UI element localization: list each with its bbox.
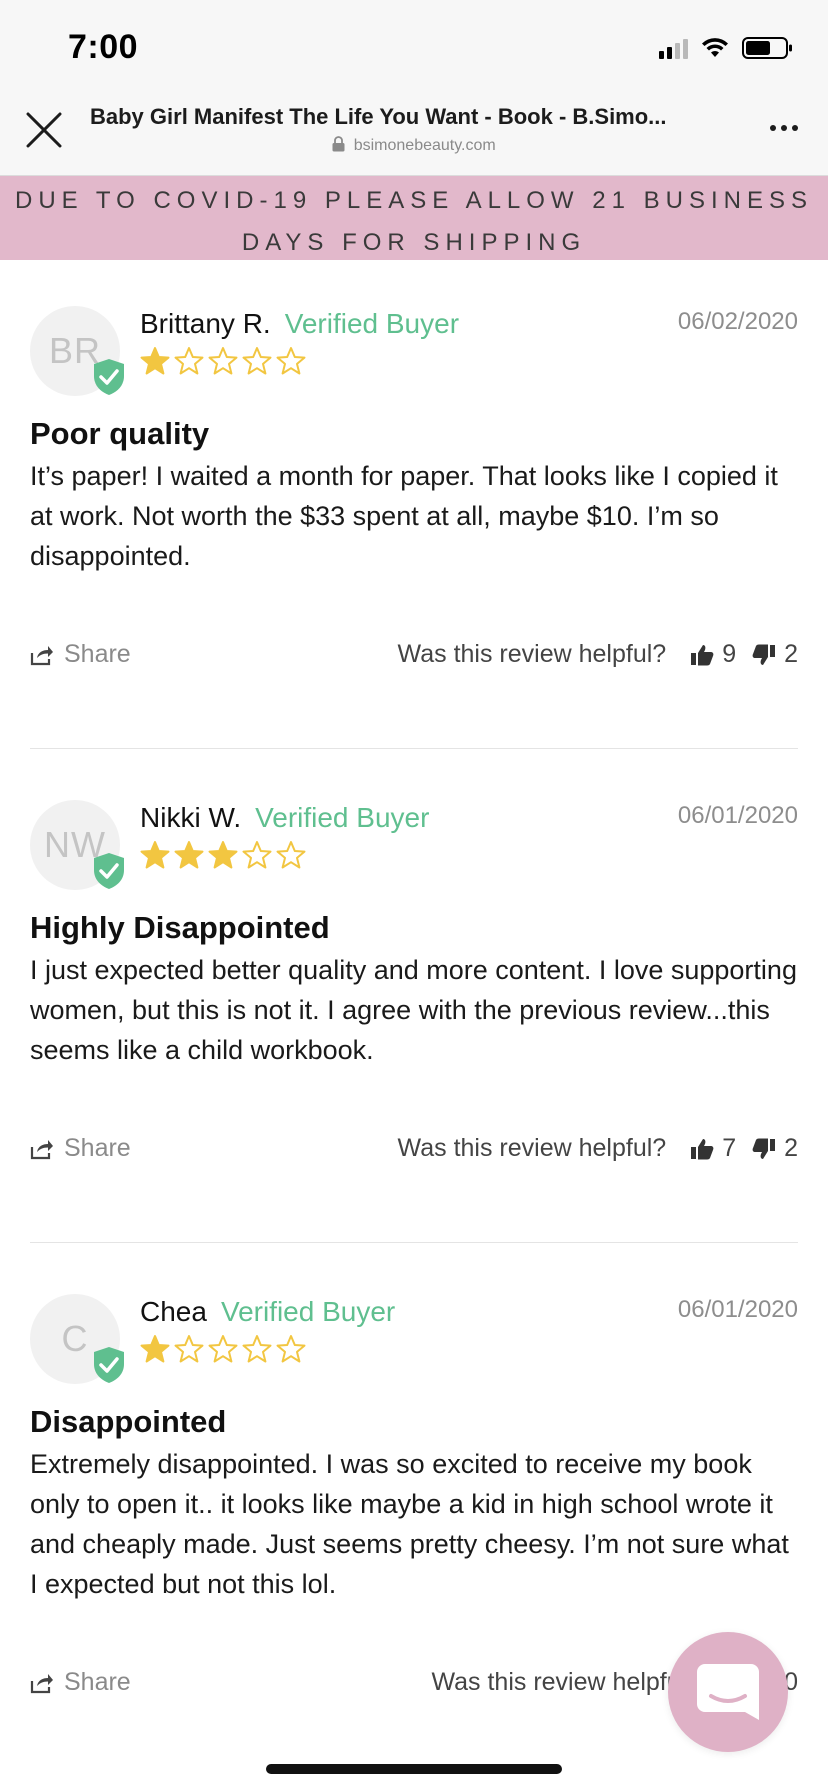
share-icon (30, 1139, 53, 1159)
review-title: Disappointed (30, 1404, 227, 1439)
reviewer-name-row: Chea Verified Buyer (140, 1296, 395, 1328)
wifi-icon (702, 38, 728, 57)
status-icons (659, 36, 794, 60)
helpful-label: Was this review helpful? (397, 1134, 667, 1162)
cellular-signal-icon (659, 37, 688, 59)
review-title: Poor quality (30, 416, 210, 451)
share-icon (30, 1673, 53, 1693)
reviewer-name-row: Nikki W. Verified Buyer (140, 802, 429, 834)
reviewer-name: Brittany R. (140, 308, 271, 339)
star-empty-icon (174, 347, 204, 375)
verified-buyer-label: Verified Buyer (284, 308, 460, 339)
helpful-row: Was this review helpful? 9 2 (398, 640, 798, 669)
thumbs-down-button[interactable]: 2 (752, 640, 798, 669)
reviewer-name-row: Brittany R. Verified Buyer (140, 308, 459, 340)
star-filled-icon (208, 841, 238, 869)
review-divider (30, 748, 798, 749)
banner-line-1: DUE TO COVID-19 PLEASE ALLOW 21 BUSINESS (15, 187, 813, 214)
thumbs-down-icon (752, 1138, 776, 1159)
thumbs-up-icon (691, 644, 714, 665)
star-empty-icon (242, 1335, 272, 1363)
star-filled-icon (140, 841, 170, 869)
review-item: BR Brittany R. Verified Buyer 06/02/2020 … (30, 306, 798, 676)
lock-icon (332, 136, 345, 152)
review-body: I just expected better quality and more … (30, 955, 797, 1065)
page-url: bsimonebeauty.com (353, 137, 496, 154)
chat-bubble-icon (697, 1664, 759, 1720)
star-empty-icon (208, 347, 238, 375)
reviewer-name: Nikki W. (140, 802, 242, 833)
share-button[interactable]: Share (30, 640, 131, 669)
verified-badge-icon (94, 853, 124, 889)
star-rating (140, 346, 306, 376)
star-empty-icon (242, 347, 272, 375)
review-item: NW Nikki W. Verified Buyer 06/01/2020 Hig… (30, 800, 798, 1170)
page-title: Baby Girl Manifest The Life You Want - B… (90, 104, 667, 129)
share-label: Share (64, 1668, 131, 1696)
review-divider (30, 1242, 798, 1243)
review-date: 06/02/2020 (677, 308, 798, 335)
downvote-count: 2 (784, 640, 798, 668)
star-empty-icon (174, 1335, 204, 1363)
star-filled-icon (140, 347, 170, 375)
star-filled-icon (140, 1335, 170, 1363)
banner-line-2: DAYS FOR SHIPPING (241, 229, 587, 256)
downvote-count: 2 (784, 1134, 798, 1162)
browser-header: Baby Girl Manifest The Life You Want - B… (0, 96, 828, 176)
upvote-count: 7 (722, 1134, 737, 1162)
review-body: It’s paper! I waited a month for paper. … (30, 461, 778, 571)
page-url-row: bsimonebeauty.com (0, 136, 828, 155)
star-filled-icon (174, 841, 204, 869)
thumbs-up-button[interactable]: 7 (690, 1134, 736, 1163)
more-options-icon[interactable] (770, 122, 802, 134)
share-button[interactable]: Share (30, 1668, 131, 1697)
review-body: Extremely disappointed. I was so excited… (30, 1449, 789, 1599)
star-empty-icon (276, 1335, 306, 1363)
star-empty-icon (208, 1335, 238, 1363)
share-icon (30, 645, 53, 665)
review-item: C Chea Verified Buyer 06/01/2020 Disappoi… (30, 1294, 798, 1704)
thumbs-up-icon (691, 1138, 714, 1159)
helpful-row: Was this review helpful? 7 2 (398, 1134, 798, 1163)
reviewer-name: Chea (140, 1296, 207, 1327)
helpful-label: Was this review helpful? (431, 1668, 701, 1696)
status-time: 7:00 (68, 28, 139, 66)
verified-badge-icon (94, 359, 124, 395)
verified-badge-icon (94, 1347, 124, 1383)
star-empty-icon (276, 841, 306, 869)
star-rating (140, 1334, 306, 1364)
home-indicator (266, 1764, 562, 1774)
thumbs-down-icon (752, 644, 776, 665)
upvote-count: 9 (722, 640, 737, 668)
battery-icon (742, 37, 792, 59)
review-date: 06/01/2020 (677, 802, 798, 829)
verified-buyer-label: Verified Buyer (255, 802, 430, 833)
review-date: 06/01/2020 (677, 1296, 798, 1323)
star-rating (140, 840, 306, 870)
verified-buyer-label: Verified Buyer (220, 1296, 396, 1327)
review-title: Highly Disappointed (30, 910, 330, 945)
thumbs-up-button[interactable]: 9 (690, 640, 736, 669)
share-label: Share (64, 640, 131, 668)
share-button[interactable]: Share (30, 1134, 131, 1163)
share-label: Share (64, 1134, 131, 1162)
star-empty-icon (276, 347, 306, 375)
shipping-banner: DUE TO COVID-19 PLEASE ALLOW 21 BUSINESS… (0, 176, 828, 260)
chat-button[interactable] (668, 1632, 788, 1752)
helpful-label: Was this review helpful? (397, 640, 667, 668)
star-empty-icon (242, 841, 272, 869)
thumbs-down-button[interactable]: 2 (752, 1134, 798, 1163)
status-bar: 7:00 (0, 0, 828, 96)
